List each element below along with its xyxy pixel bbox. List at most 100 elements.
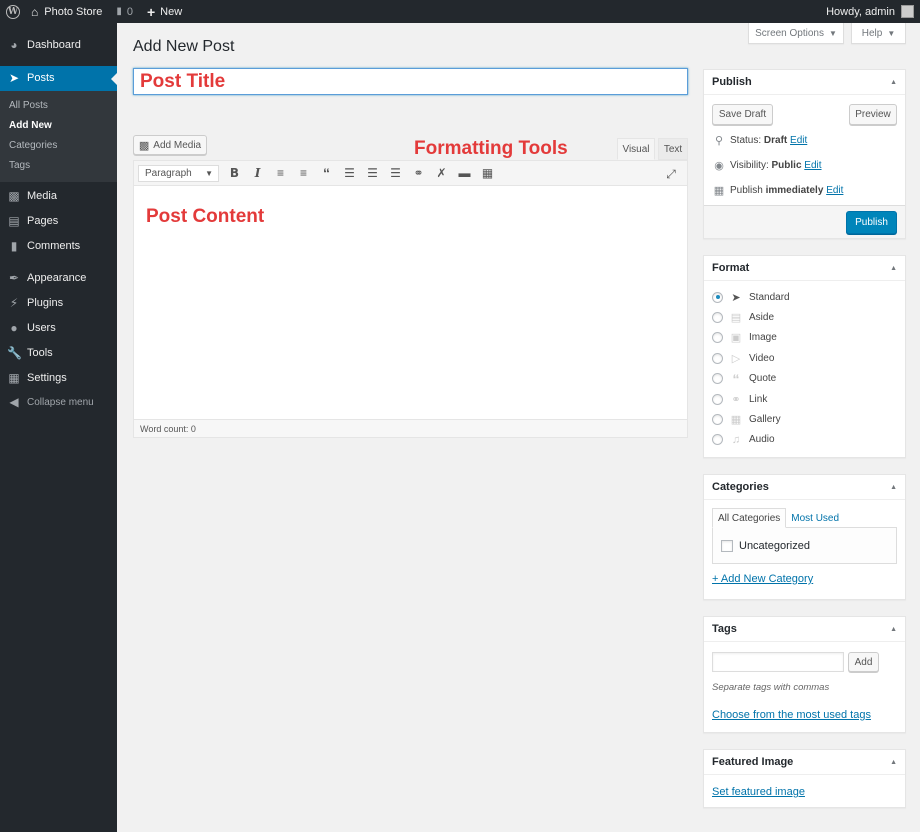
collapse-menu-button[interactable]: ◀ Collapse menu (0, 390, 117, 415)
format-option-link[interactable]: ⚭ Link (712, 389, 897, 409)
pin-icon: ⚲ (714, 135, 724, 147)
blockquote-button[interactable]: “ (315, 163, 338, 183)
collapse-arrow-icon[interactable]: ▲ (890, 626, 897, 633)
collapse-arrow-icon[interactable]: ▲ (890, 79, 897, 86)
sidebar-item-users[interactable]: ● Users (0, 316, 117, 341)
sidebar-item-settings[interactable]: ▦ Settings (0, 365, 117, 390)
format-option-standard[interactable]: ➤ Standard (712, 287, 897, 307)
sidebar-item-pages[interactable]: ▤ Pages (0, 208, 117, 233)
post-content-area[interactable]: Post Content (134, 186, 687, 419)
radio-standard[interactable] (712, 291, 723, 303)
save-draft-button[interactable]: Save Draft (712, 104, 773, 125)
featured-image-box: Featured Image ▲ Set featured image (703, 749, 906, 808)
sidebar-item-posts[interactable]: ➤ Posts (0, 65, 117, 91)
post-content-annotation: Post Content (146, 206, 265, 227)
site-name-link[interactable]: ⌂ Photo Store (27, 0, 109, 23)
categories-box-header[interactable]: Categories ▲ (704, 475, 905, 500)
submenu-tags[interactable]: Tags (0, 156, 117, 176)
checkbox-uncategorized[interactable] (721, 539, 733, 552)
toolbar-toggle-button[interactable]: ▦ (476, 163, 499, 183)
radio-image[interactable] (712, 332, 723, 344)
new-content-link[interactable]: + New (140, 0, 189, 23)
pushpin-icon: ➤ (8, 71, 20, 86)
format-option-video[interactable]: ▷ Video (712, 348, 897, 368)
align-center-button[interactable]: ☰ (361, 163, 384, 183)
gallery-icon: ▦ (730, 414, 742, 427)
edit-status-link[interactable]: Edit (790, 135, 807, 146)
numbered-list-button[interactable]: ≡ (292, 163, 315, 183)
radio-quote[interactable] (712, 373, 723, 385)
format-option-image[interactable]: ▣ Image (712, 328, 897, 348)
insert-link-button[interactable]: ⚭ (407, 163, 430, 183)
read-more-button[interactable]: ▬ (453, 163, 476, 183)
tags-hint: Separate tags with commas (712, 682, 830, 693)
tab-text[interactable]: Text (658, 138, 688, 160)
add-tag-button[interactable]: Add (848, 652, 879, 672)
publish-box-header[interactable]: Publish ▲ (704, 70, 905, 95)
submenu-categories[interactable]: Categories (0, 136, 117, 156)
tag-input[interactable] (712, 652, 844, 672)
wrench-icon: 🔧 (7, 345, 22, 360)
eye-icon: ◉ (714, 160, 724, 172)
featured-image-box-header[interactable]: Featured Image ▲ (704, 750, 905, 775)
format-option-audio[interactable]: ♫ Audio (712, 430, 897, 450)
tab-all-categories[interactable]: All Categories (712, 508, 787, 528)
format-box-header[interactable]: Format ▲ (704, 256, 905, 281)
my-account-link[interactable]: Howdy, admin (826, 5, 920, 18)
submenu-add-new[interactable]: Add New (0, 116, 117, 136)
format-option-aside[interactable]: ▤ Aside (712, 307, 897, 327)
remove-link-button[interactable]: ✗ (430, 163, 453, 183)
comments-link[interactable]: ▮ 0 (109, 0, 140, 23)
numbered-list-icon: ≡ (299, 166, 307, 180)
radio-audio[interactable] (712, 434, 723, 446)
sidebar-item-dashboard[interactable]: ◕ Dashboard (0, 33, 117, 58)
collapse-arrow-icon[interactable]: ▲ (890, 759, 897, 766)
media-icon: ▩ (8, 188, 20, 203)
sidebar-item-tools[interactable]: 🔧 Tools (0, 340, 117, 365)
collapse-arrow-icon[interactable]: ▲ (890, 265, 897, 272)
preview-button[interactable]: Preview (849, 104, 897, 125)
unlink-icon: ✗ (436, 166, 447, 180)
pushpin-icon: ➤ (731, 291, 741, 304)
help-button[interactable]: Help ▼ (851, 23, 906, 44)
set-featured-image-link[interactable]: Set featured image (712, 786, 805, 798)
keyboard-icon: ▦ (481, 166, 494, 180)
bulleted-list-button[interactable]: ≡ (269, 163, 292, 183)
image-icon: ▣ (730, 332, 742, 345)
sidebar-item-media[interactable]: ▩ Media (0, 184, 117, 209)
post-title-input[interactable]: Post Title (133, 68, 688, 95)
tags-box-header[interactable]: Tags ▲ (704, 617, 905, 642)
publish-button[interactable]: Publish (846, 211, 897, 234)
caret-down-icon: ▼ (205, 168, 213, 178)
sidebar-item-comments[interactable]: ▮ Comments (0, 233, 117, 258)
italic-button[interactable]: I (246, 163, 269, 183)
format-option-quote[interactable]: “ Quote (712, 369, 897, 389)
collapse-arrow-icon[interactable]: ▲ (890, 484, 897, 491)
format-option-gallery[interactable]: ▦ Gallery (712, 409, 897, 429)
distraction-free-button[interactable]: ⤢ (661, 164, 681, 184)
radio-gallery[interactable] (712, 414, 723, 426)
radio-video[interactable] (712, 352, 723, 364)
add-new-category-link[interactable]: + Add New Category (712, 573, 813, 585)
wordpress-logo-button[interactable]: W (0, 0, 27, 23)
screen-options-button[interactable]: Screen Options ▼ (748, 23, 844, 44)
dashboard-icon: ◕ (10, 38, 18, 53)
tab-most-used[interactable]: Most Used (786, 508, 844, 528)
radio-link[interactable] (712, 393, 723, 405)
align-left-button[interactable]: ☰ (338, 163, 361, 183)
radio-aside[interactable] (712, 312, 723, 324)
sidebar-item-appearance[interactable]: ✒ Appearance (0, 266, 117, 291)
sidebar-item-plugins[interactable]: ⚡ Plugins (0, 291, 117, 316)
tab-visual[interactable]: Visual (617, 138, 655, 160)
align-left-icon: ☰ (344, 166, 355, 180)
edit-visibility-link[interactable]: Edit (804, 160, 821, 171)
choose-most-used-tags-link[interactable]: Choose from the most used tags (712, 709, 871, 721)
align-right-button[interactable]: ☰ (384, 163, 407, 183)
brush-icon: ✒ (8, 271, 20, 286)
plus-icon: + (146, 3, 156, 20)
edit-publish-time-link[interactable]: Edit (826, 185, 843, 196)
bold-button[interactable]: B (223, 163, 246, 183)
add-media-button[interactable]: ▩ Add Media (133, 135, 207, 155)
paragraph-format-select[interactable]: Paragraph ▼ (138, 164, 219, 182)
submenu-all-posts[interactable]: All Posts (0, 96, 117, 116)
